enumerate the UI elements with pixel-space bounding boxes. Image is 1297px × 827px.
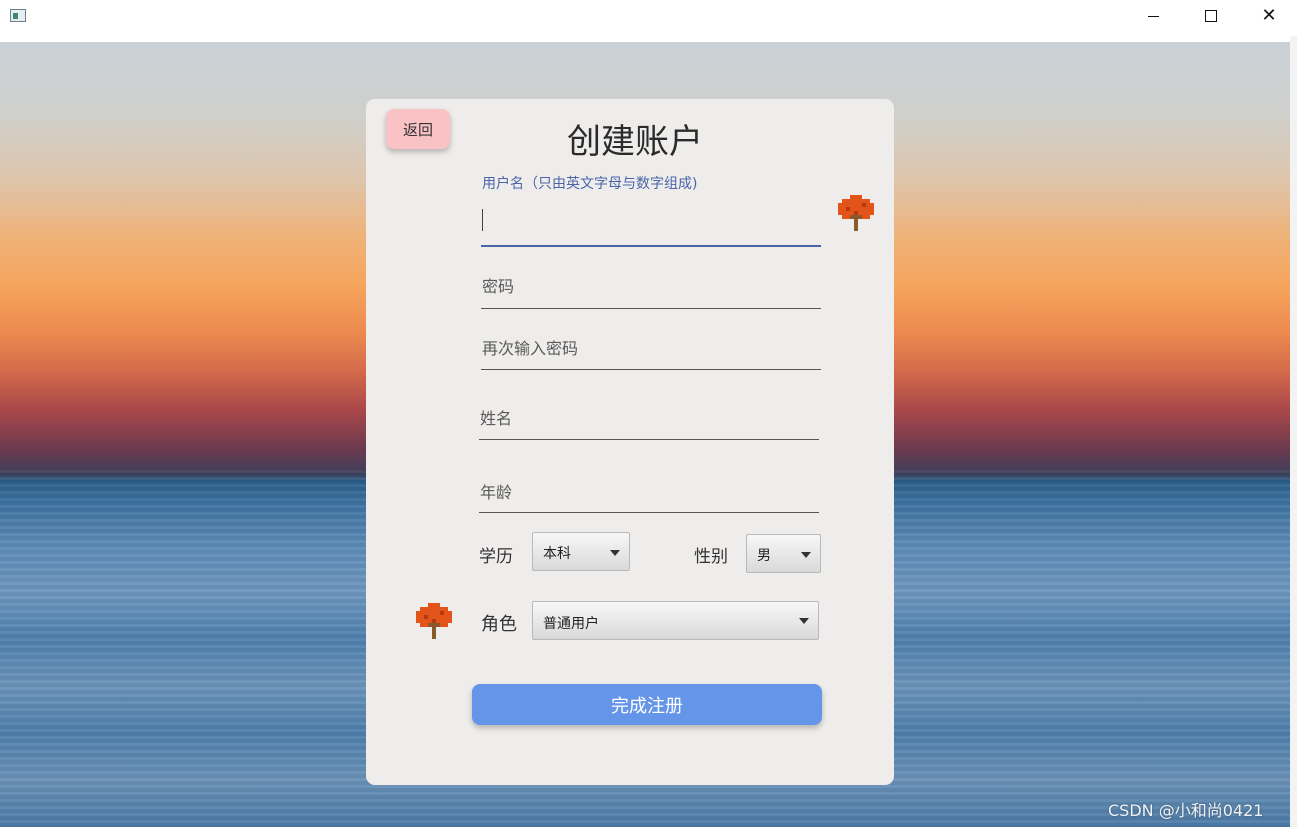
age-placeholder: 年龄 (480, 483, 513, 502)
confirm-password-input[interactable]: 再次输入密码 (481, 330, 821, 370)
close-icon: ✕ (1261, 5, 1277, 26)
education-select[interactable]: 本科 (532, 532, 630, 571)
gender-select[interactable]: 男 (746, 534, 821, 573)
pixel-tree-icon (838, 195, 874, 231)
gender-value: 男 (757, 548, 771, 564)
chevron-down-icon (799, 618, 809, 624)
maximize-icon (1205, 10, 1217, 22)
chevron-down-icon (610, 550, 620, 556)
role-value: 普通用户 (543, 616, 599, 632)
education-value: 本科 (543, 546, 571, 562)
window-edge (1290, 36, 1297, 827)
password-placeholder: 密码 (482, 277, 515, 296)
role-label: 角色 (481, 614, 517, 635)
education-label: 学历 (479, 547, 513, 567)
text-caret (482, 209, 483, 231)
minimize-button[interactable] (1124, 0, 1182, 32)
app-icon (10, 9, 26, 22)
maximize-button[interactable] (1182, 0, 1240, 32)
page-title: 创建账户 (567, 122, 703, 162)
password-input[interactable]: 密码 (481, 268, 821, 309)
gender-label: 性别 (694, 547, 728, 567)
complete-registration-button[interactable]: 完成注册 (472, 684, 822, 725)
back-button[interactable]: 返回 (386, 109, 450, 149)
username-label: 用户名（只由英文字母与数字组成) (482, 176, 698, 192)
close-button[interactable]: ✕ (1240, 0, 1297, 32)
role-select[interactable]: 普通用户 (532, 601, 819, 640)
minimize-icon (1147, 15, 1159, 17)
window-titlebar: ✕ (0, 0, 1297, 36)
confirm-password-placeholder: 再次输入密码 (482, 339, 579, 358)
watermark-text: CSDN @小和尚0421 (1108, 801, 1264, 820)
username-input[interactable] (481, 200, 821, 247)
name-input[interactable]: 姓名 (479, 400, 819, 440)
pixel-tree-icon (416, 603, 452, 639)
age-input[interactable]: 年龄 (479, 474, 819, 513)
name-placeholder: 姓名 (480, 409, 513, 428)
chevron-down-icon (801, 552, 811, 558)
